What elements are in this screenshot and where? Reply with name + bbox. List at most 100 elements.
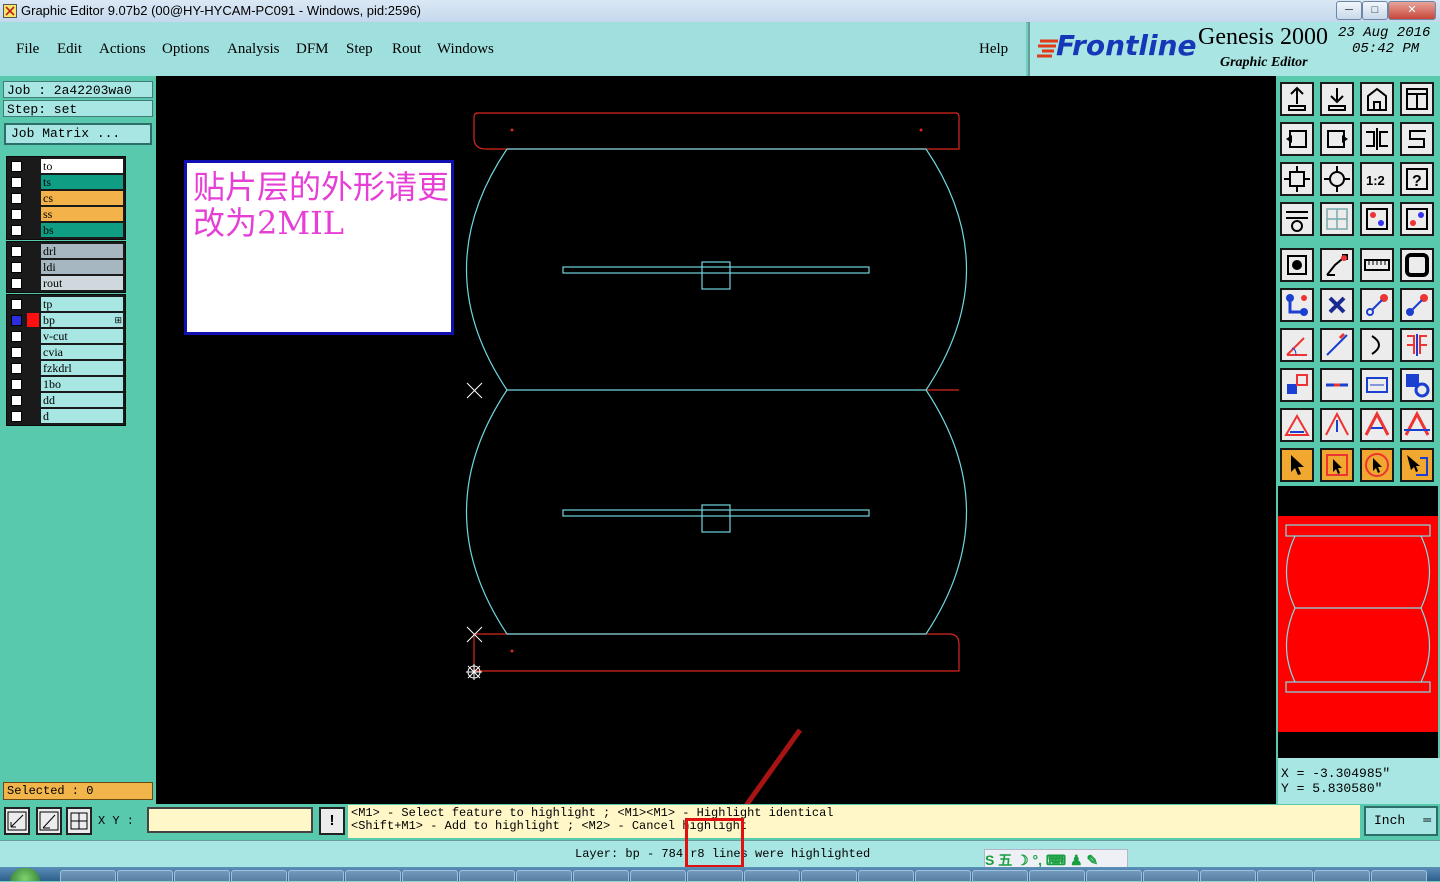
select-pointer-button[interactable] — [1280, 448, 1314, 482]
layer-row-to[interactable]: to — [7, 159, 125, 174]
layer-checkbox[interactable] — [11, 246, 22, 257]
taskbar-button[interactable] — [231, 870, 287, 882]
menu-help[interactable]: Help — [979, 41, 1008, 58]
layer-row-ts[interactable]: ts — [7, 175, 125, 190]
arc-button[interactable] — [1360, 328, 1394, 362]
layer-checkbox[interactable] — [11, 299, 22, 310]
taskbar-button[interactable] — [1086, 870, 1142, 882]
menu-options[interactable]: Options — [162, 41, 210, 58]
taskbar-button[interactable] — [630, 870, 686, 882]
layer-row-1bo[interactable]: 1bo — [7, 377, 125, 392]
layer-checkbox[interactable] — [11, 411, 22, 422]
taskbar-button[interactable] — [288, 870, 344, 882]
layer-label[interactable]: fzkdrl — [41, 361, 123, 375]
shapes-button[interactable] — [1400, 368, 1434, 402]
zoom-fit-button[interactable] — [1280, 162, 1314, 196]
layer-row-bs[interactable]: bs — [7, 223, 125, 238]
taskbar-button[interactable] — [459, 870, 515, 882]
window-button[interactable] — [1400, 82, 1434, 116]
measure-button[interactable] — [36, 807, 62, 835]
layer-checkbox[interactable] — [11, 161, 22, 172]
layer-row-ldi[interactable]: ldi — [7, 260, 125, 275]
layer-row-rout[interactable]: rout — [7, 276, 125, 291]
taskbar-button[interactable] — [915, 870, 971, 882]
pad-button[interactable] — [1280, 248, 1314, 282]
taskbar-button[interactable] — [516, 870, 572, 882]
layer-label[interactable]: ldi — [41, 260, 123, 274]
scale-1-2-button[interactable]: 1:2 — [1360, 162, 1394, 196]
layer-label[interactable]: d — [41, 409, 123, 423]
alert-button[interactable]: ! — [319, 807, 345, 835]
help-button[interactable]: ? — [1400, 162, 1434, 196]
layer-label[interactable]: ts — [41, 175, 123, 189]
menu-file[interactable]: File — [16, 41, 39, 58]
taskbar-button[interactable] — [1314, 870, 1370, 882]
extend-button[interactable] — [1400, 288, 1434, 322]
ruler-button[interactable] — [1360, 248, 1394, 282]
layer-row-cs[interactable]: cs — [7, 191, 125, 206]
close-button[interactable]: ✕ — [1388, 1, 1436, 20]
layer-label[interactable]: cvia — [41, 345, 123, 359]
layer-checkbox[interactable] — [11, 193, 22, 204]
taskbar-button[interactable] — [402, 870, 458, 882]
layer-row-cvia[interactable]: cvia — [7, 345, 125, 360]
select-box-button[interactable] — [1320, 448, 1354, 482]
angle-button[interactable] — [1280, 328, 1314, 362]
layer-row-tp[interactable]: tp — [7, 297, 125, 312]
layer-label[interactable]: 1bo — [41, 377, 123, 391]
layer-row-dd[interactable]: dd — [7, 393, 125, 408]
delete-button[interactable] — [1320, 288, 1354, 322]
copy-button[interactable] — [1280, 368, 1314, 402]
layer-checkbox[interactable] — [11, 177, 22, 188]
layer-checkbox[interactable] — [11, 347, 22, 358]
flip-f-button[interactable] — [1400, 328, 1434, 362]
layer-label[interactable]: ss — [41, 207, 123, 221]
resize-button[interactable] — [1360, 368, 1394, 402]
menu-dfm[interactable]: DFM — [296, 41, 329, 58]
preview-window[interactable] — [1278, 486, 1438, 758]
layer-checkbox[interactable] — [11, 225, 22, 236]
layer-checkbox[interactable] — [11, 315, 22, 326]
taskbar-button[interactable] — [117, 870, 173, 882]
grid-button[interactable] — [66, 807, 92, 835]
layer-config-button[interactable] — [1400, 202, 1434, 236]
taskbar-button[interactable] — [573, 870, 629, 882]
import-button[interactable] — [1320, 82, 1354, 116]
menu-edit[interactable]: Edit — [57, 41, 82, 58]
triangle-line-button[interactable] — [1400, 408, 1434, 442]
triangle-up-button[interactable] — [1320, 408, 1354, 442]
mirror-button[interactable] — [1360, 122, 1394, 156]
layer-row-d[interactable]: d — [7, 409, 125, 424]
zoom-center-button[interactable] — [1320, 162, 1354, 196]
select-circle-button[interactable] — [1360, 448, 1394, 482]
taskbar-button[interactable] — [1200, 870, 1256, 882]
units-selector[interactable]: Inch ═ — [1364, 806, 1438, 836]
menu-step[interactable]: Step — [346, 41, 373, 58]
swap-button[interactable] — [1400, 122, 1434, 156]
layer-row-fzkdrl[interactable]: fzkdrl — [7, 361, 125, 376]
taskbar-button[interactable] — [345, 870, 401, 882]
taskbar-button[interactable] — [1143, 870, 1199, 882]
pan-left-button[interactable] — [1280, 122, 1314, 156]
export-button[interactable] — [1280, 82, 1314, 116]
taskbar-button[interactable] — [1029, 870, 1085, 882]
layer-label[interactable]: bs — [41, 223, 123, 237]
menu-actions[interactable]: Actions — [99, 41, 146, 58]
layer-colors-button[interactable] — [1360, 202, 1394, 236]
move-nodes-button[interactable] — [1280, 288, 1314, 322]
layer-label[interactable]: cs — [41, 191, 123, 205]
minus-button[interactable] — [1320, 368, 1354, 402]
taskbar-button[interactable] — [972, 870, 1028, 882]
layer-checkbox[interactable] — [11, 379, 22, 390]
xy-input[interactable] — [147, 807, 313, 833]
taskbar-button[interactable] — [744, 870, 800, 882]
maximize-button[interactable]: □ — [1362, 1, 1388, 20]
line-draw-button[interactable] — [1320, 328, 1354, 362]
layer-label[interactable]: drl — [41, 244, 123, 258]
start-button[interactable] — [10, 868, 40, 881]
grid-view-button[interactable] — [1320, 202, 1354, 236]
taskbar-button[interactable] — [60, 870, 116, 882]
job-matrix-button[interactable]: Job Matrix ... — [4, 123, 152, 145]
pan-right-button[interactable] — [1320, 122, 1354, 156]
layer-checkbox[interactable] — [11, 363, 22, 374]
